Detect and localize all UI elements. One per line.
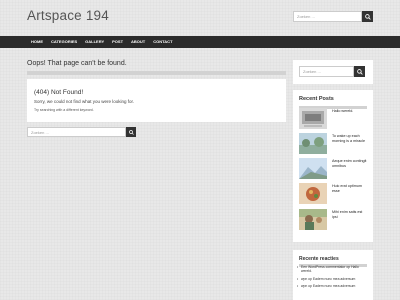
- nav-gallery[interactable]: GALLERY: [81, 36, 108, 48]
- nav-home[interactable]: HOME: [27, 36, 47, 48]
- recent-post-item[interactable]: Aeque enim contingit omnibus: [299, 158, 367, 180]
- recent-posts-widget: Recent Posts Hallo wereld. To wake up ea…: [293, 90, 373, 242]
- recent-comment-item[interactable]: wpn op Eadem nunc mea adversum: [297, 284, 367, 289]
- sidebar-search: Zoeken ...: [299, 66, 365, 77]
- main-search-input[interactable]: Zoeken ...: [27, 127, 126, 137]
- sidebar-search-input[interactable]: Zoeken ...: [299, 66, 354, 77]
- post-thumbnail[interactable]: [299, 108, 327, 129]
- nav-contact[interactable]: CONTACT: [149, 36, 176, 48]
- search-icon: [356, 68, 363, 75]
- error-title: (404) Not Found!: [34, 89, 84, 96]
- recent-post-item[interactable]: Hallo wereld.: [299, 108, 367, 130]
- recent-comments-widget: Recente reacties Een WordPress commentat…: [293, 250, 373, 300]
- site-title[interactable]: Artspace 194: [27, 8, 109, 23]
- recent-posts-title: Recent Posts: [299, 96, 334, 102]
- post-thumbnail[interactable]: [299, 133, 327, 154]
- nav-about[interactable]: ABOUT: [127, 36, 149, 48]
- post-title[interactable]: Mihi enim satis est ipsi: [332, 210, 367, 219]
- header-search: Zoeken ...: [293, 11, 373, 22]
- sidebar-search-button[interactable]: [354, 66, 365, 77]
- heading-divider: [27, 71, 286, 75]
- post-title[interactable]: To wake up each morning is a miracle: [332, 134, 367, 143]
- recent-post-item[interactable]: Mihi enim satis est ipsi: [299, 209, 367, 231]
- sidebar-search-widget: Zoeken ...: [293, 60, 373, 84]
- header-search-input[interactable]: Zoeken ...: [293, 11, 362, 22]
- nav-post[interactable]: POST: [108, 36, 127, 48]
- main-search-button[interactable]: [126, 127, 136, 137]
- recent-comment-item[interactable]: wpn op Eadem nunc mea adversum: [297, 277, 367, 282]
- post-title[interactable]: Aeque enim contingit omnibus: [332, 159, 367, 168]
- post-thumbnail[interactable]: [299, 183, 327, 204]
- post-title[interactable]: Hallo wereld.: [332, 109, 367, 114]
- main-search: Zoeken ...: [27, 127, 136, 137]
- recent-post-item[interactable]: Huic erat optimum esse: [299, 183, 367, 205]
- nav-categories[interactable]: CATEGORIES: [47, 36, 81, 48]
- header-search-button[interactable]: [362, 11, 373, 22]
- main-navigation: HOME CATEGORIES GALLERY POST ABOUT CONTA…: [0, 36, 400, 48]
- search-icon: [128, 129, 134, 135]
- page-title: Oops! That page can't be found.: [27, 60, 127, 67]
- post-thumbnail[interactable]: [299, 158, 327, 179]
- error-description: Sorry, we could not find what you were l…: [34, 99, 134, 104]
- error-panel: (404) Not Found! Sorry, we could not fin…: [27, 79, 286, 122]
- error-hint: Try searching with a different keyword.: [34, 108, 94, 112]
- post-thumbnail[interactable]: [299, 209, 327, 230]
- recent-comment-item[interactable]: Een WordPress commentator op Hallo werel…: [297, 265, 367, 274]
- search-icon: [364, 13, 371, 20]
- recent-post-item[interactable]: To wake up each morning is a miracle: [299, 133, 367, 155]
- post-title[interactable]: Huic erat optimum esse: [332, 184, 367, 193]
- recent-comments-title: Recente reacties: [299, 256, 339, 262]
